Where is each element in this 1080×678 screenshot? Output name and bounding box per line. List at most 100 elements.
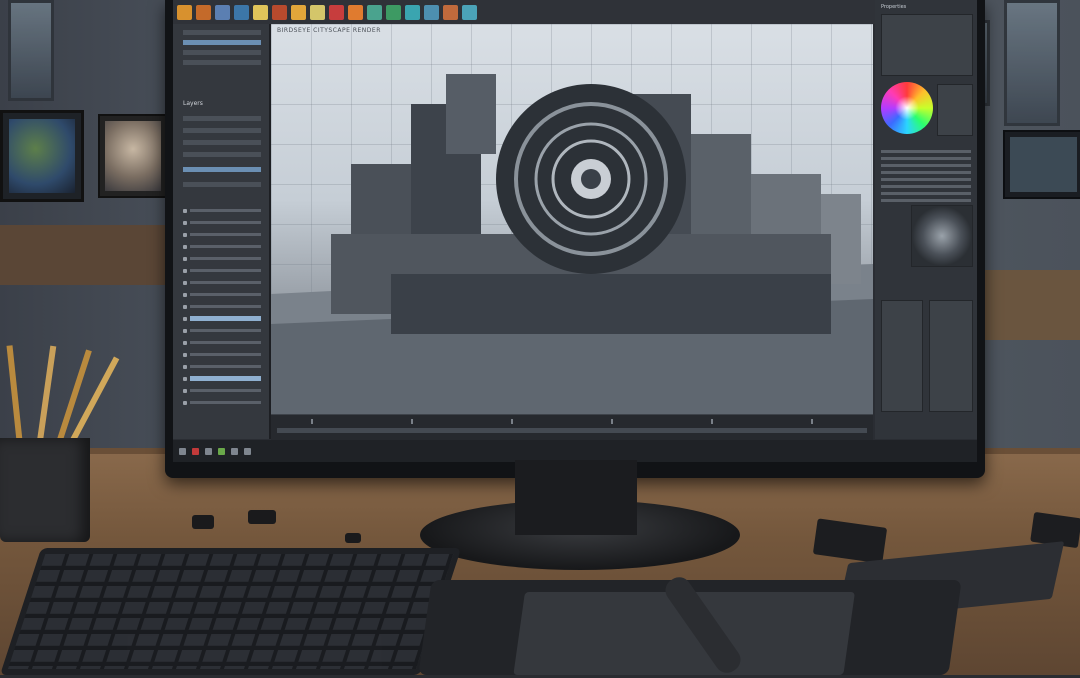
- swatch-block[interactable]: [937, 84, 973, 136]
- layer-row[interactable]: [183, 278, 261, 287]
- layer-visibility-icon[interactable]: [183, 364, 187, 369]
- viewport[interactable]: BIRDSEYE CITYSCAPE RENDER: [271, 24, 873, 414]
- layer-list: [183, 206, 261, 436]
- layer-row[interactable]: [183, 374, 261, 383]
- layer-row[interactable]: [183, 266, 261, 275]
- select-icon[interactable]: [215, 4, 230, 20]
- rig-icon[interactable]: [424, 4, 439, 20]
- binder-clip: [248, 510, 276, 524]
- building: [391, 274, 831, 334]
- layer-visibility-icon[interactable]: [183, 340, 187, 345]
- layer-visibility-icon[interactable]: [183, 388, 187, 393]
- layer-row[interactable]: [183, 218, 261, 227]
- monitor-stand-neck: [515, 460, 637, 535]
- panel-row-selected[interactable]: [183, 40, 261, 45]
- layer-visibility-icon[interactable]: [183, 292, 187, 297]
- viewport-title: BIRDSEYE CITYSCAPE RENDER: [277, 27, 381, 34]
- toolbar: [173, 0, 977, 24]
- mesh-icon[interactable]: [234, 4, 249, 20]
- layer-row-bar: [190, 305, 261, 308]
- layer-stack-panel[interactable]: [881, 300, 923, 412]
- animate-icon[interactable]: [443, 4, 458, 20]
- binder-clip: [192, 515, 214, 529]
- layer-row[interactable]: [183, 338, 261, 347]
- layer-row-bar: [190, 376, 261, 381]
- panel-row[interactable]: [183, 182, 261, 187]
- export-icon[interactable]: [462, 4, 477, 20]
- layer-visibility-icon[interactable]: [183, 244, 187, 249]
- layer-visibility-icon[interactable]: [183, 208, 187, 213]
- layer-visibility-icon[interactable]: [183, 316, 187, 321]
- preview-thumbnail[interactable]: [911, 205, 973, 267]
- layer-row[interactable]: [183, 206, 261, 215]
- layer-visibility-icon[interactable]: [183, 220, 187, 225]
- panel-row-selected[interactable]: [183, 167, 261, 172]
- layer-row[interactable]: [183, 350, 261, 359]
- layer-row[interactable]: [183, 254, 261, 263]
- layer-row[interactable]: [183, 386, 261, 395]
- status-icon[interactable]: [205, 447, 212, 455]
- properties-block[interactable]: [881, 14, 973, 76]
- property-list: [881, 150, 971, 206]
- layer-visibility-icon[interactable]: [183, 400, 187, 405]
- layer-row-bar: [190, 245, 261, 248]
- panel-row[interactable]: [183, 60, 261, 65]
- panel-row[interactable]: [183, 50, 261, 55]
- timeline[interactable]: [271, 414, 873, 440]
- panel-title: Properties: [881, 4, 907, 10]
- light-icon[interactable]: [291, 4, 306, 20]
- layer-visibility-icon[interactable]: [183, 376, 187, 381]
- paint-icon[interactable]: [272, 4, 287, 20]
- panel-row[interactable]: [183, 128, 261, 133]
- brush-icon[interactable]: [177, 4, 192, 20]
- layer-visibility-icon[interactable]: [183, 280, 187, 285]
- layer-row[interactable]: [183, 290, 261, 299]
- layer-row[interactable]: [183, 326, 261, 335]
- effects-icon[interactable]: [405, 4, 420, 20]
- layer-row[interactable]: [183, 398, 261, 407]
- panel-row[interactable]: [183, 116, 261, 121]
- layer-visibility-icon[interactable]: [183, 352, 187, 357]
- status-icon[interactable]: [192, 447, 199, 455]
- layer-row[interactable]: [183, 230, 261, 239]
- status-icon[interactable]: [244, 447, 251, 455]
- texture-icon[interactable]: [367, 4, 382, 20]
- timeline-tick: [411, 419, 413, 424]
- camera-icon[interactable]: [310, 4, 325, 20]
- node-icon[interactable]: [386, 4, 401, 20]
- timeline-tick: [311, 419, 313, 424]
- sculpt-icon[interactable]: [253, 4, 268, 20]
- panel-row[interactable]: [183, 30, 261, 35]
- window: [8, 0, 54, 101]
- status-icon[interactable]: [231, 447, 238, 455]
- timeline-track[interactable]: [277, 428, 867, 433]
- layer-visibility-icon[interactable]: [183, 232, 187, 237]
- timeline-tick: [511, 419, 513, 424]
- layer-visibility-icon[interactable]: [183, 304, 187, 309]
- layer-row[interactable]: [183, 314, 261, 323]
- layer-row-bar: [190, 233, 261, 236]
- timeline-tick: [611, 419, 613, 424]
- layer-row[interactable]: [183, 362, 261, 371]
- layer-icon[interactable]: [196, 4, 211, 20]
- panel-row[interactable]: [183, 152, 261, 157]
- layer-row-bar: [190, 281, 261, 284]
- layer-visibility-icon[interactable]: [183, 256, 187, 261]
- layer-row[interactable]: [183, 302, 261, 311]
- layer-row-bar: [190, 221, 261, 224]
- status-icon[interactable]: [218, 447, 225, 455]
- panel-row[interactable]: [183, 140, 261, 145]
- dome-core: [581, 169, 601, 189]
- layer-row-bar: [190, 365, 261, 368]
- render-icon[interactable]: [329, 4, 344, 20]
- layer-stack-panel[interactable]: [929, 300, 973, 412]
- status-icon[interactable]: [179, 447, 186, 455]
- layer-row[interactable]: [183, 242, 261, 251]
- keyboard[interactable]: [0, 548, 462, 675]
- material-icon[interactable]: [348, 4, 363, 20]
- layer-visibility-icon[interactable]: [183, 328, 187, 333]
- status-bar: [173, 440, 977, 462]
- color-wheel-icon[interactable]: [881, 82, 933, 134]
- layer-visibility-icon[interactable]: [183, 268, 187, 273]
- pencil-cup: [0, 438, 90, 542]
